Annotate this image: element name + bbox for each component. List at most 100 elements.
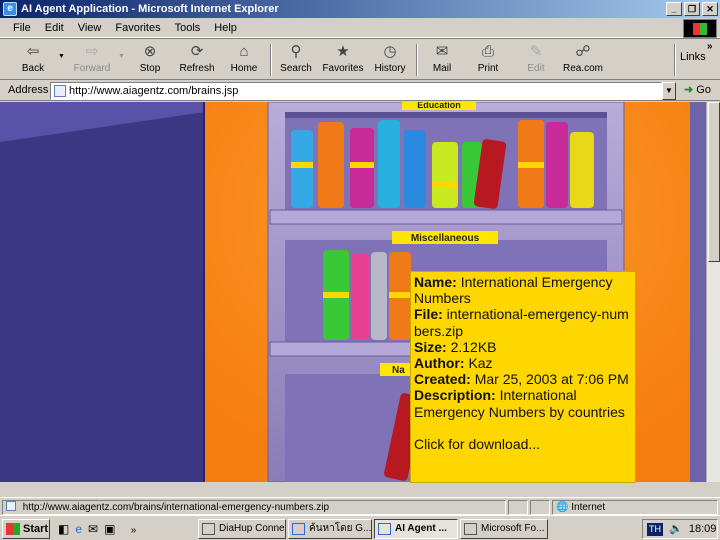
search-label: Search — [280, 63, 312, 74]
print-icon: ⎙ — [481, 43, 494, 60]
task-label: ค้นหาโดย G... — [309, 523, 372, 534]
books-row-miscellaneous[interactable] — [323, 250, 411, 340]
mail-icon: ✉ — [435, 43, 449, 60]
mail-button[interactable]: ✉ Mail — [422, 41, 462, 79]
edit-label: Edit — [527, 63, 545, 74]
menu-favorites[interactable]: Favorites — [108, 22, 167, 34]
task-ai-agent[interactable]: AI Agent ... — [374, 519, 458, 539]
task-microsoft[interactable]: Microsoft Fo... — [460, 519, 548, 539]
home-icon: ⌂ — [239, 43, 249, 60]
media-icon[interactable]: ▣ — [104, 522, 121, 536]
start-label: Start — [23, 523, 49, 535]
language-indicator[interactable]: TH — [647, 523, 663, 536]
forward-label: Forward — [73, 63, 111, 74]
start-button[interactable]: Start — [2, 519, 50, 539]
task-label: Microsoft Fo... — [481, 523, 545, 534]
forward-dropdown-icon[interactable]: ▼ — [118, 53, 125, 60]
internet-zone-icon: 🌐 — [556, 502, 569, 513]
show-desktop-icon[interactable]: ◧ — [58, 522, 75, 536]
taskbar: Start ◧e✉▣ » DiaHup Connecti... ค้นหาโดย… — [0, 515, 720, 540]
page-icon — [54, 85, 66, 97]
menu-view[interactable]: View — [71, 22, 109, 34]
ie-icon — [292, 523, 305, 535]
tooltip-file-label: File: — [414, 306, 443, 323]
address-label: Address — [8, 84, 49, 96]
address-input[interactable]: http://www.aiagentz.com/brains.jsp — [50, 82, 662, 100]
back-arrow-icon: ⇦ — [26, 43, 40, 60]
minimize-button[interactable]: _ — [666, 2, 682, 16]
forward-button[interactable]: ⇨ Forward — [68, 41, 116, 79]
tooltip-size-label: Size: — [414, 338, 447, 355]
status-zone: Internet — [571, 502, 606, 513]
menu-bar: File Edit View Favorites Tools Help — [0, 18, 720, 38]
tooltip-file: international-emergency-numbers.zip — [414, 306, 629, 339]
task-label: DiaHup Connecti... — [219, 523, 285, 534]
tooltip-author-label: Author: — [414, 355, 465, 372]
favorites-button[interactable]: ★ Favorites — [320, 41, 366, 79]
go-label: Go — [696, 84, 711, 96]
volume-icon[interactable]: 🔈 — [669, 523, 683, 535]
task-label: AI Agent ... — [395, 523, 447, 534]
back-button[interactable]: ⇦ Back — [10, 41, 56, 79]
window-controls: _ ❐ ✕ — [666, 2, 718, 16]
print-button[interactable]: ⎙ Print — [468, 41, 508, 79]
ie-icon: e — [3, 2, 17, 16]
discuss-label: Rea.com — [562, 63, 603, 74]
dialup-icon — [202, 523, 215, 535]
tooltip-download-link[interactable]: Click for download... — [414, 436, 540, 452]
back-label: Back — [21, 63, 45, 74]
status-zone-panel: 🌐 Internet — [552, 500, 718, 515]
search-button[interactable]: ⚲ Search — [276, 41, 316, 79]
favorites-icon: ★ — [336, 43, 350, 60]
chevron-right-icon[interactable]: » — [131, 525, 143, 536]
favorites-label: Favorites — [322, 63, 364, 74]
task-dialup[interactable]: DiaHup Connecti... — [198, 519, 286, 539]
window-title: AI Agent Application - Microsoft Interne… — [21, 3, 279, 15]
scrollbar-thumb[interactable] — [708, 102, 720, 262]
home-button[interactable]: ⌂ Home — [224, 41, 264, 79]
menu-edit[interactable]: Edit — [38, 22, 71, 34]
tooltip-size: 2.12KB — [450, 338, 497, 355]
file-info-tooltip[interactable]: Name: International Emergency Numbers Fi… — [410, 271, 636, 483]
task-search[interactable]: ค้นหาโดย G... — [288, 519, 372, 539]
discuss-icon: ☍ — [575, 43, 591, 60]
windows-throbber-icon — [683, 19, 717, 38]
address-dropdown-button[interactable]: ▼ — [662, 82, 676, 100]
shelf-label-miscellaneous: Miscellaneous — [411, 233, 480, 244]
menu-help[interactable]: Help — [207, 22, 244, 34]
search-icon: ⚲ — [290, 43, 302, 60]
menu-tools[interactable]: Tools — [168, 22, 208, 34]
menu-file[interactable]: File — [6, 22, 38, 34]
address-bar: Address http://www.aiagentz.com/brains.j… — [0, 80, 720, 101]
ie-quicklaunch-icon[interactable]: e — [75, 522, 88, 536]
status-page-icon — [6, 501, 16, 511]
system-tray: TH 🔈 18:09 — [642, 519, 718, 539]
print-label: Print — [477, 63, 499, 74]
status-panel — [530, 500, 550, 515]
discuss-button[interactable]: ☍ Rea.com — [560, 41, 606, 79]
refresh-button[interactable]: ⟳ Refresh — [174, 41, 220, 79]
shelf-label-education: Education — [417, 102, 461, 110]
clock[interactable]: 18:09 — [689, 523, 717, 535]
vertical-scrollbar[interactable] — [706, 102, 720, 482]
go-button[interactable]: ➜ Go — [684, 83, 711, 96]
outlook-icon[interactable]: ✉ — [88, 522, 104, 536]
back-dropdown-icon[interactable]: ▼ — [58, 53, 65, 60]
stop-button[interactable]: ⊗ Stop — [130, 41, 170, 79]
history-button[interactable]: ◷ History — [370, 41, 410, 79]
chevron-right-icon[interactable]: » — [707, 41, 713, 52]
tooltip-created: Mar 25, 2003 at 7:06 PM — [474, 371, 629, 388]
edit-icon: ✎ — [529, 43, 543, 60]
tooltip-description-label: Description: — [414, 387, 496, 404]
status-bar: http://www.aiagentz.com/brains/internati… — [0, 497, 720, 515]
ie-icon — [378, 523, 391, 535]
close-button[interactable]: ✕ — [702, 2, 718, 16]
go-arrow-icon: ➜ — [684, 84, 694, 96]
refresh-label: Refresh — [179, 63, 215, 74]
stop-icon: ⊗ — [143, 43, 157, 60]
links-bar[interactable]: Links — [680, 51, 706, 63]
frontpage-icon — [464, 523, 477, 535]
edit-button[interactable]: ✎ Edit — [516, 41, 556, 79]
title-bar: e AI Agent Application - Microsoft Inter… — [0, 0, 720, 18]
restore-button[interactable]: ❐ — [684, 2, 700, 16]
